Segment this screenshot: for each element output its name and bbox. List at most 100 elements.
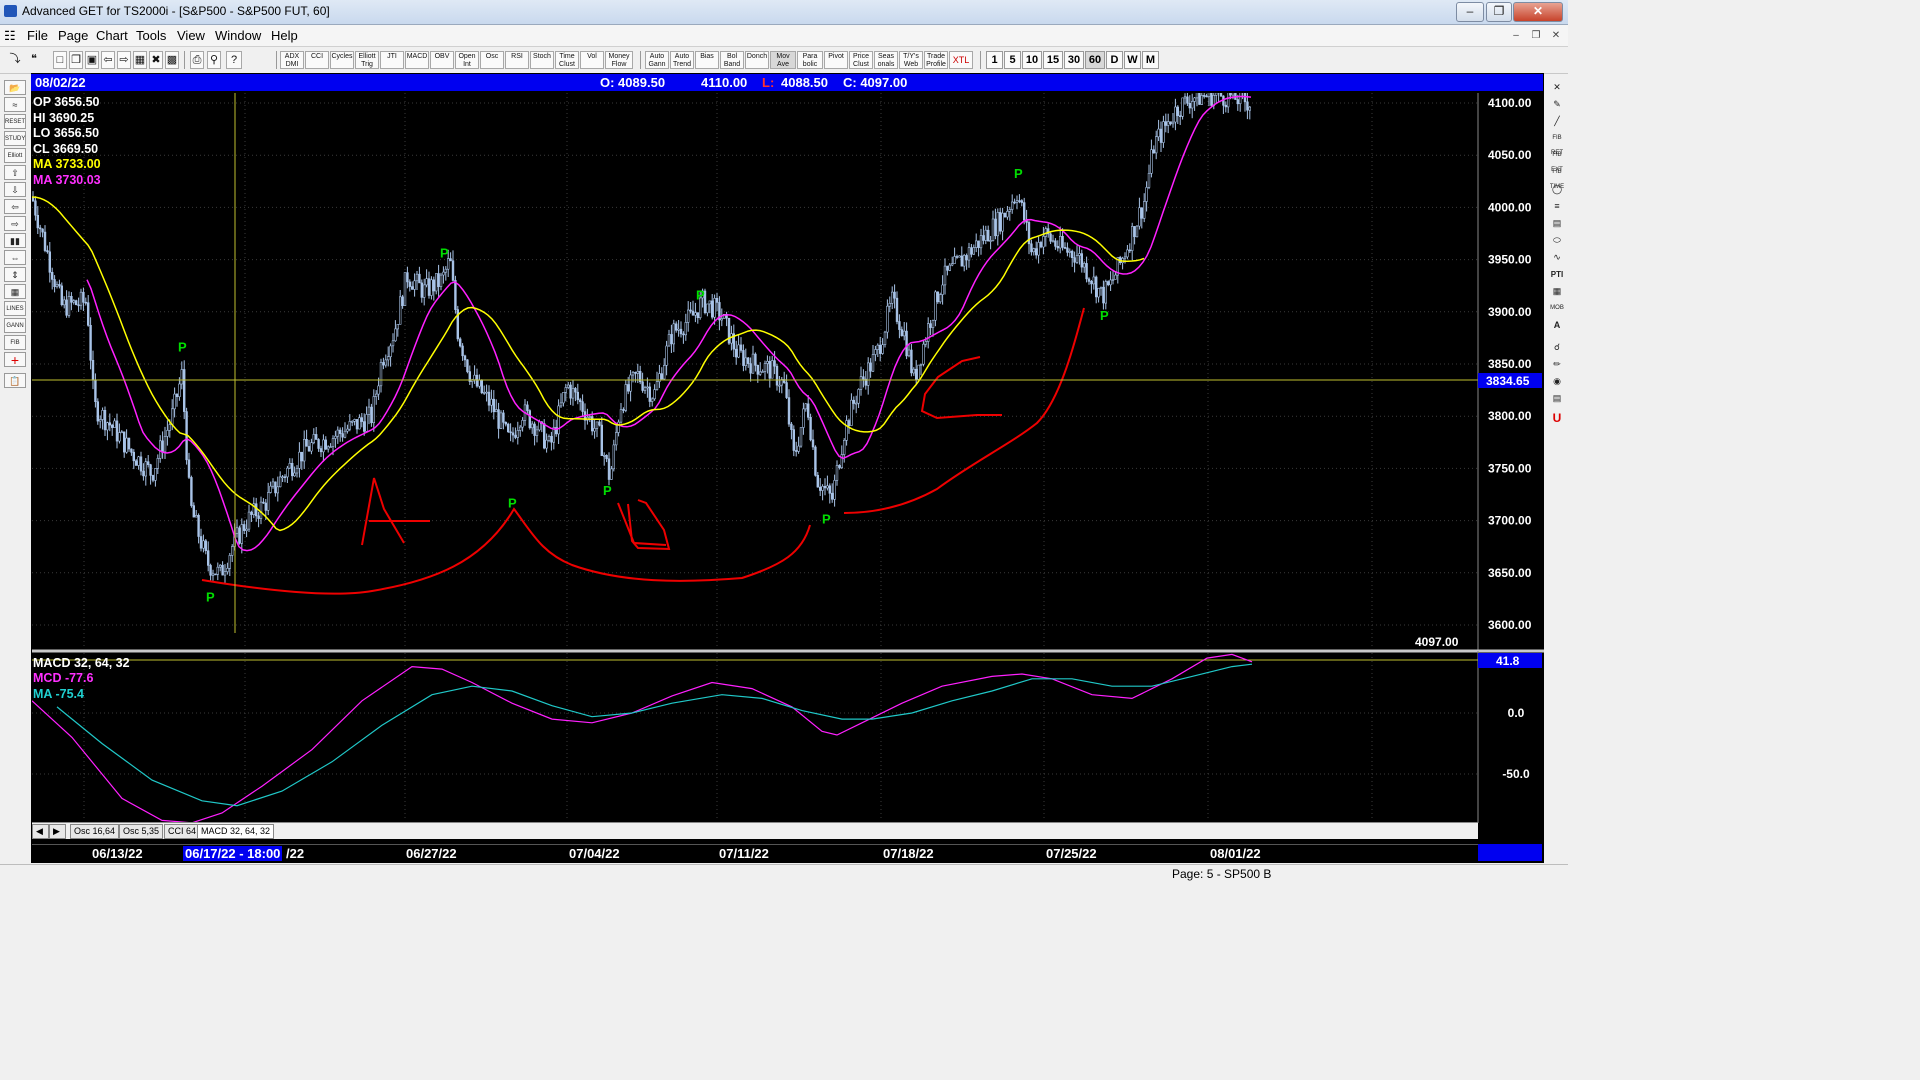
copy-icon[interactable]: ❐ (69, 51, 83, 69)
help-icon[interactable]: ? (226, 51, 242, 69)
reset-icon[interactable]: RESET (4, 114, 26, 129)
tab-osc-16-64[interactable]: Osc 16,64 (70, 824, 120, 839)
study-adx-dmi[interactable]: ADX DMI (280, 51, 304, 69)
study-bol-band[interactable]: Bol Band (720, 51, 744, 69)
study-auto-trend[interactable]: Auto Trend (670, 51, 694, 69)
channel-icon[interactable]: ▤ (1548, 216, 1566, 231)
tab-scroll-left-icon[interactable]: ◀ (32, 824, 49, 839)
close-button[interactable]: ✕ (1513, 2, 1563, 22)
study-trade-profile[interactable]: Trade Profile (924, 51, 948, 69)
paint-icon[interactable]: ◉ (1548, 374, 1566, 389)
mdi-minimize-icon[interactable]: – (1508, 28, 1524, 43)
circle-icon[interactable]: ◯ (1548, 182, 1566, 197)
study-cci[interactable]: CCI (305, 51, 329, 69)
lines-icon[interactable]: LINES (4, 301, 26, 316)
tab-osc-5-35[interactable]: Osc 5,35 (119, 824, 164, 839)
study-jti[interactable]: JTI (380, 51, 404, 69)
box-icon[interactable]: ▦ (4, 284, 26, 299)
study-price-clust[interactable]: Price Clust (849, 51, 873, 69)
table-icon[interactable]: ▦ (1548, 284, 1566, 299)
open-folder-icon[interactable]: 📂 (4, 80, 26, 95)
pointer-icon[interactable]: ⤵ (6, 51, 24, 69)
timeframe-w[interactable]: W (1124, 51, 1141, 69)
text-tool-icon[interactable]: A (1548, 318, 1566, 333)
tab-macd-32-64-32[interactable]: MACD 32, 64, 32 (197, 824, 275, 839)
elliott-icon[interactable]: Elliott (4, 148, 26, 163)
timeframe-1[interactable]: 1 (986, 51, 1003, 69)
study-ty-web[interactable]: T/Y's Web (899, 51, 923, 69)
study-osc[interactable]: Osc (480, 51, 504, 69)
arrow-left-icon[interactable]: ⇦ (4, 199, 26, 214)
mob-icon[interactable]: MOB (1548, 301, 1566, 316)
forward-icon[interactable]: ⇨ (117, 51, 131, 69)
timeframe-15[interactable]: 15 (1043, 51, 1063, 69)
menu-tools[interactable]: Tools (136, 28, 166, 43)
close-x-icon[interactable]: ✕ (1548, 80, 1566, 95)
grid-icon[interactable]: ▦ (133, 51, 147, 69)
back-icon[interactable]: ⇦ (101, 51, 115, 69)
menu-window[interactable]: Window (215, 28, 261, 43)
fib-icon[interactable]: FIB (4, 335, 26, 350)
crosshair-red-icon[interactable]: + (4, 352, 26, 367)
arrow-up-icon[interactable]: ⇧ (4, 165, 26, 180)
ellipse-icon[interactable]: ⬭ (1548, 233, 1566, 248)
arrow-down-icon[interactable]: ⇩ (4, 182, 26, 197)
study-elliott-trig[interactable]: Elliott Trig (355, 51, 379, 69)
menu-page[interactable]: Page (58, 28, 88, 43)
timeframe-10[interactable]: 10 (1022, 51, 1042, 69)
brush-icon[interactable]: ✏ (1548, 357, 1566, 372)
study-vol[interactable]: Vol (580, 51, 604, 69)
timeframe-5[interactable]: 5 (1004, 51, 1021, 69)
study-rsi[interactable]: RSI (505, 51, 529, 69)
bulb-icon[interactable]: ⚲ (207, 51, 221, 69)
menu-file[interactable]: File (27, 28, 48, 43)
print-icon[interactable]: ⎙ (190, 51, 204, 69)
zoom-both-icon[interactable]: ⇕ (4, 267, 26, 282)
bars-icon[interactable]: ▮▮ (4, 233, 26, 248)
timeframe-30[interactable]: 30 (1064, 51, 1084, 69)
chart-canvas[interactable]: P P P P P P P P P 4100.00 4050.00 4000.00 3950.00 39… (32, 93, 1544, 823)
wave-tool-icon[interactable]: ∿ (1548, 250, 1566, 265)
zoom-horizontal-icon[interactable]: ⇔ (4, 250, 26, 265)
study-icon[interactable]: STUDY (4, 131, 26, 146)
quote-icon[interactable]: ❝ (25, 51, 43, 69)
crosshair-icon[interactable]: ✖ (149, 51, 163, 69)
undo-icon[interactable]: U (1548, 411, 1566, 426)
gann-icon[interactable]: GANN (4, 318, 26, 333)
study-cycles[interactable]: Cycles (330, 51, 354, 69)
arrow-right-icon[interactable]: ⇨ (4, 216, 26, 231)
tab-scroll-right-icon[interactable]: ▶ (49, 824, 66, 839)
menu-chart[interactable]: Chart (96, 28, 128, 43)
study-open-int[interactable]: Open Int (455, 51, 479, 69)
menu-view[interactable]: View (177, 28, 205, 43)
study-seasonals[interactable]: Seas onals (874, 51, 898, 69)
notes-icon[interactable]: ▤ (1548, 391, 1566, 406)
fib-ret-icon[interactable]: FIB RET (1548, 131, 1566, 156)
study-mov-ave[interactable]: Mov Ave (770, 51, 796, 69)
study-pivot[interactable]: Pivot (824, 51, 848, 69)
study-auto-gann[interactable]: Auto Gann (645, 51, 669, 69)
study-obv[interactable]: OBV (430, 51, 454, 69)
timeframe-d[interactable]: D (1106, 51, 1123, 69)
study-macd[interactable]: MACD (405, 51, 429, 69)
fan-icon[interactable]: ≡ (1548, 199, 1566, 214)
timeframe-60[interactable]: 60 (1085, 51, 1105, 69)
pen-icon[interactable]: ✎ (1548, 97, 1566, 112)
open-icon[interactable]: ▣ (85, 51, 99, 69)
pti-icon[interactable]: PTI (1548, 267, 1566, 282)
tab-cci-64[interactable]: CCI 64 (164, 824, 201, 839)
study-bias[interactable]: Bias (695, 51, 719, 69)
timeframe-m[interactable]: M (1142, 51, 1159, 69)
mdi-restore-icon[interactable]: ❐ (1528, 28, 1544, 43)
maximize-button[interactable]: ❐ (1486, 2, 1512, 22)
clipboard-icon[interactable]: 📋 (4, 373, 26, 388)
mdi-close-icon[interactable]: ✕ (1548, 28, 1564, 43)
magnify-icon[interactable]: ☌ (1548, 340, 1566, 355)
study-money-flow[interactable]: Money Flow (605, 51, 633, 69)
study-xtl[interactable]: XTL (949, 51, 973, 69)
study-stoch[interactable]: Stoch (530, 51, 554, 69)
menu-help[interactable]: Help (271, 28, 298, 43)
minimize-button[interactable]: – (1456, 2, 1484, 22)
study-parabolic[interactable]: Para bolic (797, 51, 823, 69)
study-donch[interactable]: Donch (745, 51, 769, 69)
